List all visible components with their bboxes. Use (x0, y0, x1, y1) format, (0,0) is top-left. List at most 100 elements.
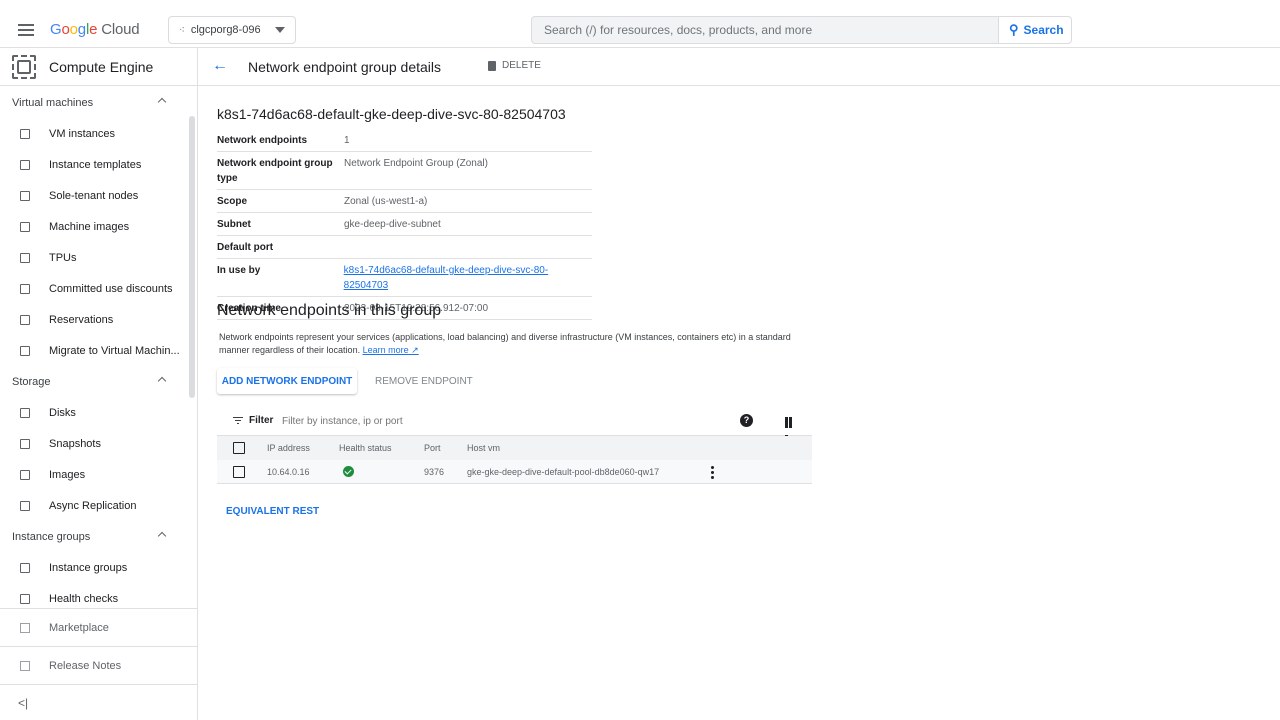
google-cloud-logo[interactable]: Google Cloud (50, 21, 140, 38)
endpoints-table: IP address Health status Port Host vm 10… (217, 436, 812, 484)
column-header-ip[interactable]: IP address (267, 443, 310, 453)
main-menu-icon[interactable] (18, 24, 34, 36)
sidebar-item-label: Instance groups (49, 561, 128, 574)
sidebar-item-instance-groups[interactable]: Instance groups (0, 552, 198, 583)
cart-icon (20, 622, 30, 633)
endpoints-section-title: Network endpoints in this group (217, 302, 442, 319)
endpoints-description: Network endpoints represent your service… (219, 331, 819, 357)
sidebar-item-label: Instance templates (49, 158, 142, 171)
section-virtual-machines[interactable]: Virtual machines (0, 87, 198, 118)
sidebar-item-label: Machine images (49, 220, 130, 233)
help-icon[interactable]: ? (740, 414, 753, 427)
sidebar-footer: Marketplace Release Notes <| (0, 608, 198, 720)
sidebar: Compute Engine Virtual machines VM insta… (0, 48, 198, 720)
project-picker[interactable]: ⁖ clgcporg8-096 (168, 16, 296, 44)
sidebar-item-snapshots[interactable]: Snapshots (0, 428, 198, 459)
sidebar-item-label: Disks (49, 406, 76, 419)
sidebar-scroll[interactable]: Virtual machines VM instances Instance t… (0, 87, 198, 617)
sidebar-item-label: Marketplace (49, 621, 109, 634)
sidebar-scrollbar[interactable] (189, 116, 195, 398)
product-title: Compute Engine (49, 58, 154, 75)
property-key: Default port (217, 242, 274, 253)
sidebar-item-async-replication[interactable]: Async Replication (0, 490, 198, 521)
cell-ip: 10.64.0.16 (267, 466, 310, 477)
replication-icon (20, 500, 30, 511)
tpu-icon (20, 252, 30, 263)
machine-image-icon (20, 221, 30, 232)
sidebar-item-label: Sole-tenant nodes (49, 189, 139, 202)
node-icon (20, 190, 30, 201)
property-row: Network endpoint group type Network Endpo… (217, 152, 592, 190)
sidebar-item-marketplace[interactable]: Marketplace (0, 608, 198, 646)
remove-endpoint-button[interactable]: REMOVE ENDPOINT (375, 368, 473, 394)
delete-button[interactable]: DELETE (488, 60, 541, 71)
property-value: Zonal (us-west1-a) (344, 196, 428, 207)
equivalent-rest-button[interactable]: EQUIVALENT REST (226, 506, 319, 517)
back-arrow-icon[interactable]: ← (212, 57, 228, 75)
discount-icon (20, 283, 30, 294)
property-row: Scope Zonal (us-west1-a) (217, 190, 592, 213)
property-key: Subnet (217, 219, 251, 230)
sidebar-item-tpus[interactable]: TPUs (0, 242, 198, 273)
sidebar-item-label: TPUs (49, 251, 77, 264)
property-value: 1 (344, 135, 350, 146)
project-name: clgcporg8-096 (190, 24, 261, 36)
notes-icon (20, 660, 30, 671)
chevron-up-icon (157, 531, 167, 541)
healthy-check-icon (343, 466, 354, 477)
sidebar-item-migrate[interactable]: Migrate to Virtual Machin... (0, 335, 198, 366)
sidebar-item-label: VM instances (49, 127, 116, 140)
search-icon: ⚲ (1009, 22, 1019, 37)
in-use-by-link[interactable]: k8s1-74d6ac68-default-gke-deep-dive-svc-… (344, 263, 592, 293)
chevron-down-icon (275, 27, 285, 33)
sidebar-item-sole-tenant-nodes[interactable]: Sole-tenant nodes (0, 180, 198, 211)
sidebar-item-instance-templates[interactable]: Instance templates (0, 149, 198, 180)
collapse-sidebar-button[interactable]: <| (0, 684, 198, 720)
add-network-endpoint-button[interactable]: ADD NETWORK ENDPOINT (217, 368, 357, 394)
sidebar-item-reservations[interactable]: Reservations (0, 304, 198, 335)
column-display-icon[interactable] (785, 415, 796, 446)
vm-instance-icon (20, 128, 30, 139)
section-storage[interactable]: Storage (0, 366, 198, 397)
sidebar-item-release-notes[interactable]: Release Notes (0, 646, 198, 684)
more-vert-icon[interactable] (711, 466, 714, 481)
sidebar-item-label: Async Replication (49, 499, 137, 512)
sidebar-item-machine-images[interactable]: Machine images (0, 211, 198, 242)
select-all-checkbox[interactable] (233, 442, 245, 454)
calendar-icon (20, 314, 30, 325)
sidebar-item-vm-instances[interactable]: VM instances (0, 118, 198, 149)
property-value: Network Endpoint Group (Zonal) (344, 158, 488, 169)
compute-engine-icon (12, 54, 36, 79)
migrate-icon (20, 345, 30, 356)
sidebar-item-disks[interactable]: Disks (0, 397, 198, 428)
external-link-icon: ↗ (411, 345, 419, 355)
property-value: gke-deep-dive-subnet (344, 219, 441, 230)
sidebar-item-images[interactable]: Images (0, 459, 198, 490)
table-header: IP address Health status Port Host vm (217, 436, 812, 460)
search-input[interactable]: Search (/) for resources, docs, products… (531, 16, 999, 44)
property-row: Default port (217, 236, 592, 259)
filter-input[interactable] (282, 414, 582, 428)
column-header-health[interactable]: Health status (339, 443, 392, 453)
sidebar-item-label: Images (49, 468, 86, 481)
image-icon (20, 469, 30, 480)
delete-label: DELETE (502, 60, 541, 71)
search-button-label: Search (1023, 23, 1064, 37)
learn-more-link[interactable]: Learn more ↗ (363, 345, 419, 355)
column-header-port[interactable]: Port (424, 443, 441, 453)
instance-group-icon (20, 562, 30, 573)
column-header-host-vm[interactable]: Host vm (467, 443, 500, 453)
row-checkbox[interactable] (233, 465, 245, 478)
sidebar-item-committed-use-discounts[interactable]: Committed use discounts (0, 273, 198, 304)
filter-icon[interactable] (233, 417, 243, 425)
filter-label: Filter (249, 415, 274, 426)
property-row: Subnet gke-deep-dive-subnet (217, 213, 592, 236)
neg-name-heading: k8s1-74d6ac68-default-gke-deep-dive-svc-… (217, 106, 566, 122)
property-key: In use by (217, 265, 261, 276)
search-button[interactable]: ⚲ Search (998, 16, 1072, 44)
sidebar-header[interactable]: Compute Engine (0, 48, 197, 86)
property-row: In use by k8s1-74d6ac68-default-gke-deep-… (217, 259, 592, 297)
table-row[interactable]: 10.64.0.16 9376 gke-gke-deep-dive-defaul… (217, 460, 812, 484)
section-instance-groups[interactable]: Instance groups (0, 521, 198, 552)
chevron-up-icon (157, 376, 167, 386)
